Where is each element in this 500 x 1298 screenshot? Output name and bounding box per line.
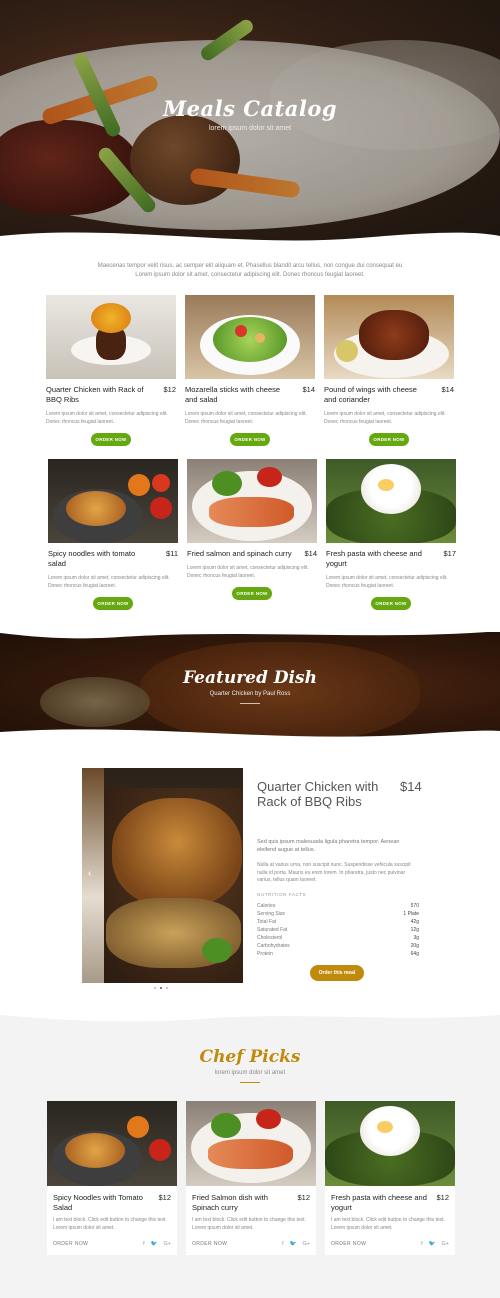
facebook-icon[interactable]: f [282,1241,284,1247]
google-plus-icon[interactable]: G+ [442,1241,450,1247]
twitter-icon[interactable]: 🐦 [151,1241,158,1247]
food-photo [324,295,454,379]
hero-title: Meals Catalog [162,96,338,121]
item-description: Lorem ipsum dolor sit amet, consectetur … [46,411,168,425]
nutrition-label: NUTRITION FACTS [257,892,307,897]
divider [240,703,260,704]
item-price: $14 [302,385,315,394]
order-now-link[interactable]: ORDER NOW [331,1241,366,1247]
pick-name: Fried Salmon dish with Spinach curry [192,1193,268,1212]
hero-wave [0,232,500,248]
facebook-icon[interactable]: f [143,1241,145,1247]
pick-price: $12 [297,1193,310,1202]
item-price: $12 [163,385,176,394]
pick-description: I am text block. Click edit button to ch… [192,1217,306,1231]
item-name: Fried salmon and spinach curry [187,549,292,558]
item-description: Lorem ipsum dolor sit amet, consectetur … [324,411,446,425]
nutrition-row: Serving Size 1 Plate [257,911,419,917]
item-price: $17 [443,549,456,558]
nutrition-table: Calories 570 Serving Size 1 Plate Total Fa… [257,902,419,958]
chef-picks-title: Chef Picks [199,1047,301,1067]
item-description: Lorem ipsum dolor sit amet, consectetur … [48,575,170,589]
nutrition-row: Protein 64g [257,951,419,957]
food-photo [326,459,456,543]
order-meal-button[interactable]: Order this meal [310,965,364,981]
chef-pick-card: Fresh pasta with cheese and yogurt $12 I … [325,1101,455,1255]
order-now-button[interactable]: ORDER NOW [230,433,270,446]
pick-name: Spicy Noodles with Tomato Salad [53,1193,143,1212]
order-now-link[interactable]: ORDER NOW [192,1241,227,1247]
nutrition-row: Carbohydrates 20g [257,943,419,949]
pick-description: I am text block. Click edit button to ch… [53,1217,167,1231]
menu-card: Quarter Chicken with Rack of BBQ Ribs $12… [46,295,176,446]
item-description: Lorem ipsum dolor sit amet, consectetur … [187,565,309,579]
nutrition-row: Calories 570 [257,903,419,909]
menu-card: Mozarella sticks with cheese and salad $1… [185,295,315,446]
item-price: $11 [166,549,178,558]
food-photo [185,295,315,379]
featured-title: Quarter Chicken with Rack of BBQ Ribs [257,779,379,809]
feat-wave-top [0,625,500,639]
feat-wave-bottom [0,729,500,744]
chef-picks-subtitle: lorem ipsum dolor sit amet [214,1070,286,1076]
pick-name: Fresh pasta with cheese and yogurt [331,1193,427,1212]
twitter-icon[interactable]: 🐦 [429,1241,436,1247]
featured-banner-subtitle: Quarter Chicken by Paul Ross [209,691,291,697]
featured-price: $14 [400,779,422,794]
hero-subtitle: lorem ipsum dolor sit amet [208,125,292,132]
google-plus-icon[interactable]: G+ [164,1241,172,1247]
order-now-button[interactable]: ORDER NOW [93,597,133,610]
menu-card: Spicy noodles with tomato salad $11 Lorem… [48,459,178,610]
pick-price: $12 [436,1193,449,1202]
slider-dots[interactable] [154,987,168,989]
featured-lead: Sed quis ipsum malesuada ligula pharetra… [257,839,400,853]
item-price: $14 [304,549,317,558]
item-name: Quarter Chicken with Rack of BBQ Ribs [46,385,144,404]
nutrition-row: Saturated Fat 12g [257,927,419,933]
order-now-button[interactable]: ORDER NOW [371,597,411,610]
order-now-button[interactable]: ORDER NOW [232,587,272,600]
menu-card: Fried salmon and spinach curry $14 Lorem … [187,459,317,600]
item-name: Pound of wings with cheese and coriander [324,385,417,404]
item-price: $14 [441,385,454,394]
featured-image-slider[interactable]: ‹ [82,768,243,983]
food-photo [325,1101,455,1186]
nutrition-row: Cholesterol 3g [257,935,419,941]
divider [240,1082,260,1083]
chef-pick-card: Fried Salmon dish with Spinach curry $12 … [186,1101,316,1255]
google-plus-icon[interactable]: G+ [303,1241,311,1247]
food-photo [48,459,178,543]
chef-wave [0,1005,500,1022]
nutrition-row: Total Fat 42g [257,919,419,925]
item-name: Spicy noodles with tomato salad [48,549,136,568]
pick-price: $12 [158,1193,171,1202]
order-now-link[interactable]: ORDER NOW [53,1241,88,1247]
item-name: Fresh pasta with cheese and yogurt [326,549,422,568]
slider-prev-icon[interactable]: ‹ [88,868,91,879]
order-now-button[interactable]: ORDER NOW [369,433,409,446]
food-photo [47,1101,177,1186]
item-description: Lorem ipsum dolor sit amet, consectetur … [326,575,448,589]
hero-banner: Meals Catalog lorem ipsum dolor sit amet [0,0,500,245]
featured-description: Nulla at varius urna, non suscipit nunc.… [257,862,411,883]
facebook-icon[interactable]: f [421,1241,423,1247]
twitter-icon[interactable]: 🐦 [290,1241,297,1247]
item-name: Mozarella sticks with cheese and salad [185,385,281,404]
menu-card: Fresh pasta with cheese and yogurt $17 Lo… [326,459,456,610]
order-now-button[interactable]: ORDER NOW [91,433,131,446]
food-photo [46,295,176,379]
menu-card: Pound of wings with cheese and coriander… [324,295,454,446]
item-description: Lorem ipsum dolor sit amet, consectetur … [185,411,307,425]
food-photo [186,1101,316,1186]
intro-text: Maecenas tempor velit risus, ac semper e… [97,263,403,278]
pick-description: I am text block. Click edit button to ch… [331,1217,445,1231]
food-photo [187,459,317,543]
featured-banner-title: Featured Dish [183,668,317,688]
chef-pick-card: Spicy Noodles with Tomato Salad $12 I am … [47,1101,177,1255]
